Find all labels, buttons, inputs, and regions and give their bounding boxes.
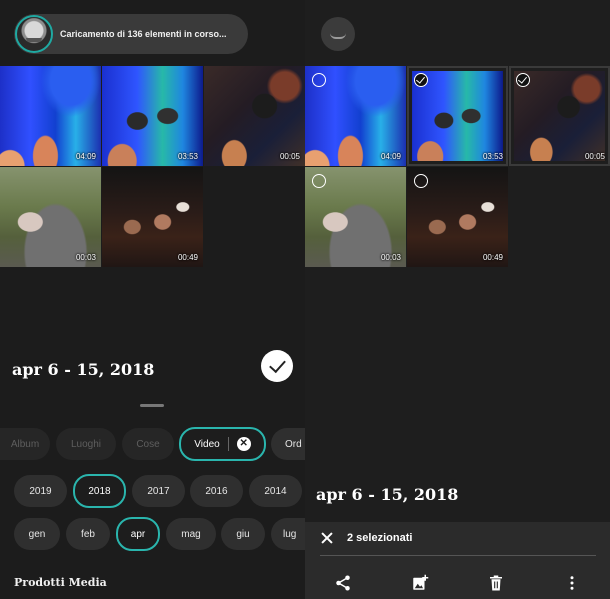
video-duration: 00:03 <box>380 253 401 262</box>
video-tile[interactable]: 00:49 <box>102 167 203 267</box>
video-thumbnail <box>102 167 203 267</box>
chip-label: giu <box>236 528 250 540</box>
filter-chip-video[interactable]: Video ✕ <box>179 427 266 461</box>
trash-icon[interactable] <box>487 574 505 592</box>
video-duration: 00:05 <box>584 152 605 161</box>
upload-status-pill[interactable]: Caricamento di 136 elementi in corso... <box>14 14 248 54</box>
video-duration: 03:53 <box>482 152 503 161</box>
chip-label: apr <box>130 528 146 540</box>
right-screen: 04:09 03:53 00:05 00:03 00:49 apr 6 - 15… <box>305 0 610 599</box>
date-range-title: apr 6 - 15, 2018 <box>12 360 155 379</box>
video-tile[interactable]: 00:05 <box>204 66 305 166</box>
video-duration: 04:09 <box>75 152 96 161</box>
year-chip-2016[interactable]: 2016 <box>190 475 243 507</box>
video-duration: 00:49 <box>482 253 503 262</box>
date-range-title: apr 6 - 15, 2018 <box>316 485 459 504</box>
chip-label: Album <box>10 438 40 450</box>
video-thumbnail <box>0 66 101 166</box>
month-chip-mag[interactable]: mag <box>166 518 216 550</box>
chip-label: 2014 <box>264 485 287 497</box>
left-screen: Caricamento di 136 elementi in corso... … <box>0 0 305 599</box>
section-title: Prodotti Media <box>14 576 107 589</box>
video-tile[interactable]: 00:03 <box>305 167 406 267</box>
clear-filter-icon[interactable]: ✕ <box>236 437 251 451</box>
chip-divider <box>227 437 229 451</box>
chip-label: feb <box>81 528 95 540</box>
video-duration: 00:49 <box>177 253 198 262</box>
video-tile-selected[interactable]: 00:05 <box>509 66 610 166</box>
month-chip-lug[interactable]: lug <box>271 518 305 550</box>
selection-action-bar: 2 selezionati <box>305 522 610 599</box>
video-tile[interactable]: 00:49 <box>407 167 508 267</box>
video-tile[interactable]: 00:03 <box>0 167 101 267</box>
year-chip-2018[interactable]: 2018 <box>73 474 126 508</box>
close-icon[interactable] <box>320 531 334 545</box>
video-tile[interactable]: 04:09 <box>305 66 406 166</box>
year-chip-2019[interactable]: 2019 <box>14 475 67 507</box>
month-chip-apr[interactable]: apr <box>116 517 160 551</box>
video-duration: 03:53 <box>177 152 198 161</box>
video-thumbnail <box>102 66 203 166</box>
upload-status-text: Caricamento di 136 elementi in corso... <box>60 29 227 39</box>
chip-label: Video <box>194 438 220 450</box>
chip-label: Luoghi <box>70 438 102 450</box>
year-chip-2014[interactable]: 2014 <box>249 475 302 507</box>
month-chip-gen[interactable]: gen <box>14 518 60 550</box>
video-tile-selected[interactable]: 03:53 <box>407 66 508 166</box>
device-avatar-icon[interactable] <box>321 17 355 51</box>
selected-check-icon[interactable] <box>414 73 428 87</box>
filter-chip-album[interactable]: Album <box>0 428 50 460</box>
select-circle-icon[interactable] <box>414 174 428 188</box>
chip-label: 2017 <box>147 485 170 497</box>
device-avatar-icon <box>15 15 53 53</box>
select-circle-icon[interactable] <box>312 73 326 87</box>
filter-chip-cose[interactable]: Cose <box>122 428 174 460</box>
chip-label: Cose <box>136 438 160 450</box>
video-thumbnail <box>0 167 101 267</box>
selected-check-icon[interactable] <box>516 73 530 87</box>
share-icon[interactable] <box>334 574 352 592</box>
chip-label: Ord <box>285 438 302 450</box>
video-duration: 00:03 <box>75 253 96 262</box>
video-tile[interactable]: 04:09 <box>0 66 101 166</box>
year-chip-2017[interactable]: 2017 <box>132 475 185 507</box>
add-to-album-icon[interactable] <box>411 574 429 592</box>
drag-handle[interactable] <box>140 404 164 407</box>
divider <box>320 555 596 556</box>
selection-count: 2 selezionati <box>347 532 413 544</box>
chip-label: mag <box>181 528 201 540</box>
filter-chip-luoghi[interactable]: Luoghi <box>56 428 116 460</box>
more-vertical-icon[interactable] <box>563 574 581 592</box>
video-thumbnail <box>204 66 305 166</box>
chip-label: 2019 <box>29 485 52 497</box>
month-chip-feb[interactable]: feb <box>66 518 110 550</box>
video-duration: 04:09 <box>380 152 401 161</box>
confirm-check-button[interactable] <box>261 350 293 382</box>
video-duration: 00:05 <box>279 152 300 161</box>
filter-chip-sort[interactable]: Ord <box>271 428 305 460</box>
chip-label: 2016 <box>205 485 228 497</box>
chip-label: lug <box>283 528 297 540</box>
select-circle-icon[interactable] <box>312 174 326 188</box>
video-tile[interactable]: 03:53 <box>102 66 203 166</box>
month-chip-giu[interactable]: giu <box>221 518 265 550</box>
chip-label: gen <box>28 528 46 540</box>
chip-label: 2018 <box>88 485 111 497</box>
